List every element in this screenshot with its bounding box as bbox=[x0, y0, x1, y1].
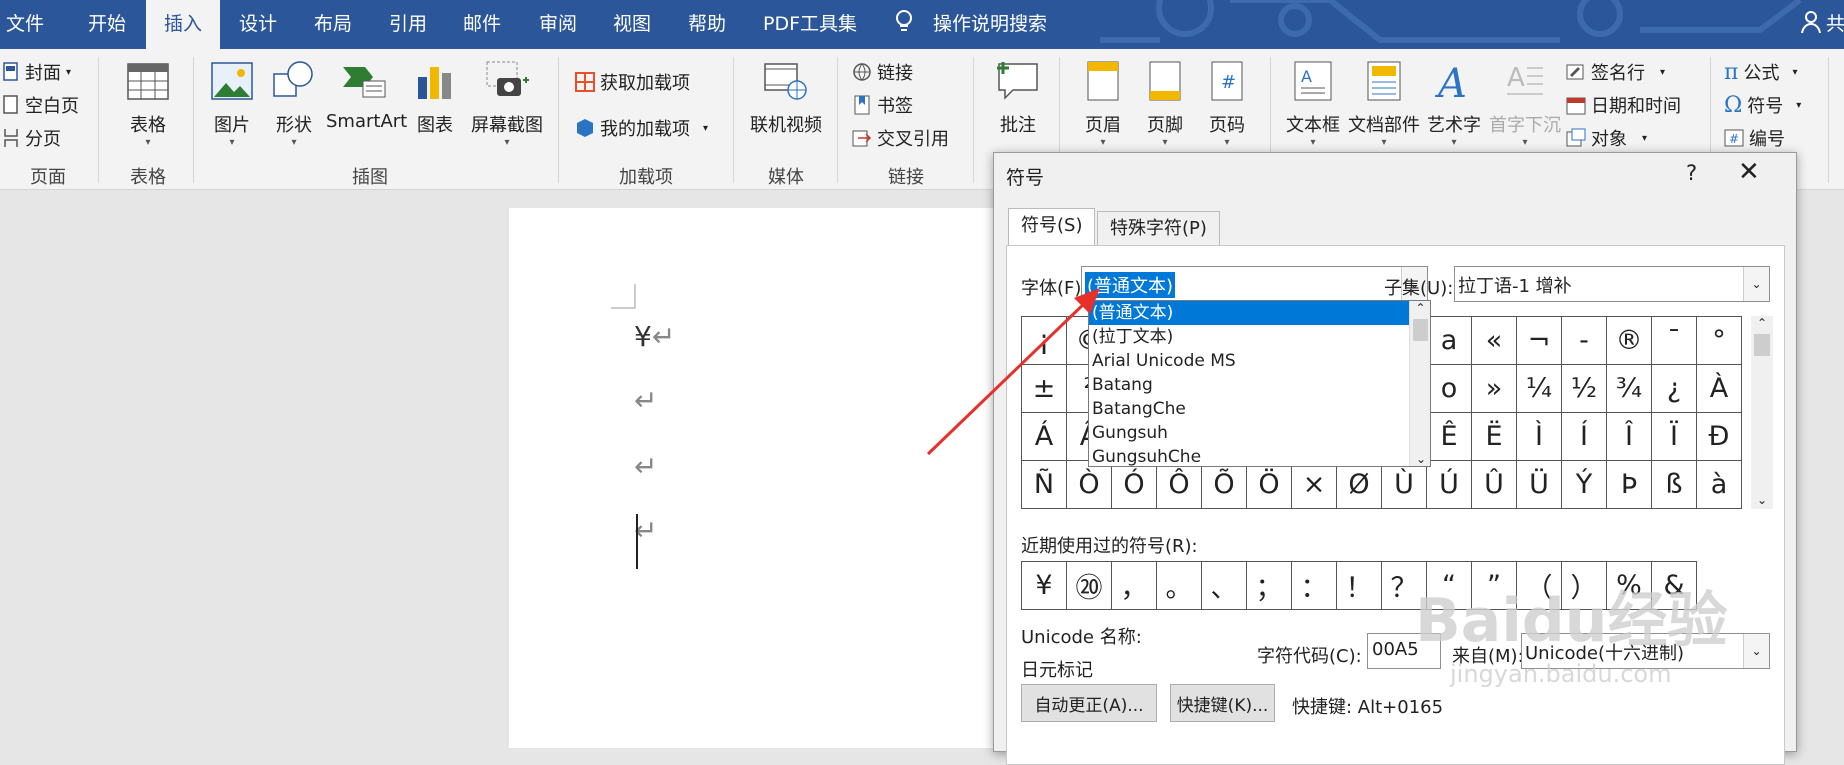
baidu-watermark-url: jingyan.baidu.com bbox=[1450, 660, 1672, 688]
baidu-watermark: Baidu经验 bbox=[1415, 586, 1728, 656]
